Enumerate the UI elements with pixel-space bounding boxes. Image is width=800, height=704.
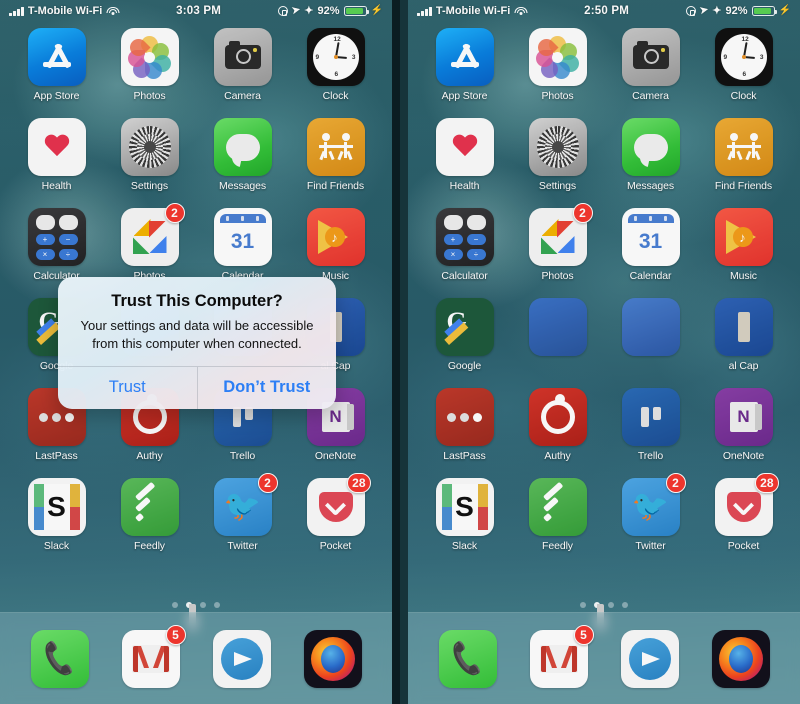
trust-computer-alert: Trust This Computer? Your settings and d… xyxy=(58,277,336,409)
dual-phone-screenshot: T-Mobile Wi-Fi 3:03 PM ➤ ✦ 92% ⚡ App Sto… xyxy=(0,0,800,704)
phone-left: T-Mobile Wi-Fi 3:03 PM ➤ ✦ 92% ⚡ App Sto… xyxy=(0,0,392,704)
alert-message: Your settings and data will be accessibl… xyxy=(80,318,314,351)
dont-trust-button[interactable]: Don’t Trust xyxy=(196,366,337,409)
alert-title: Trust This Computer? xyxy=(111,292,283,310)
phone-divider xyxy=(392,0,400,704)
trust-button[interactable]: Trust xyxy=(58,367,197,409)
modal-scrim-right xyxy=(408,0,800,704)
phone-right: T-Mobile Wi-Fi 2:50 PM ➤ ✦ 92% ⚡ App Sto… xyxy=(408,0,800,704)
alert-actions: Trust Don’t Trust xyxy=(58,365,337,409)
